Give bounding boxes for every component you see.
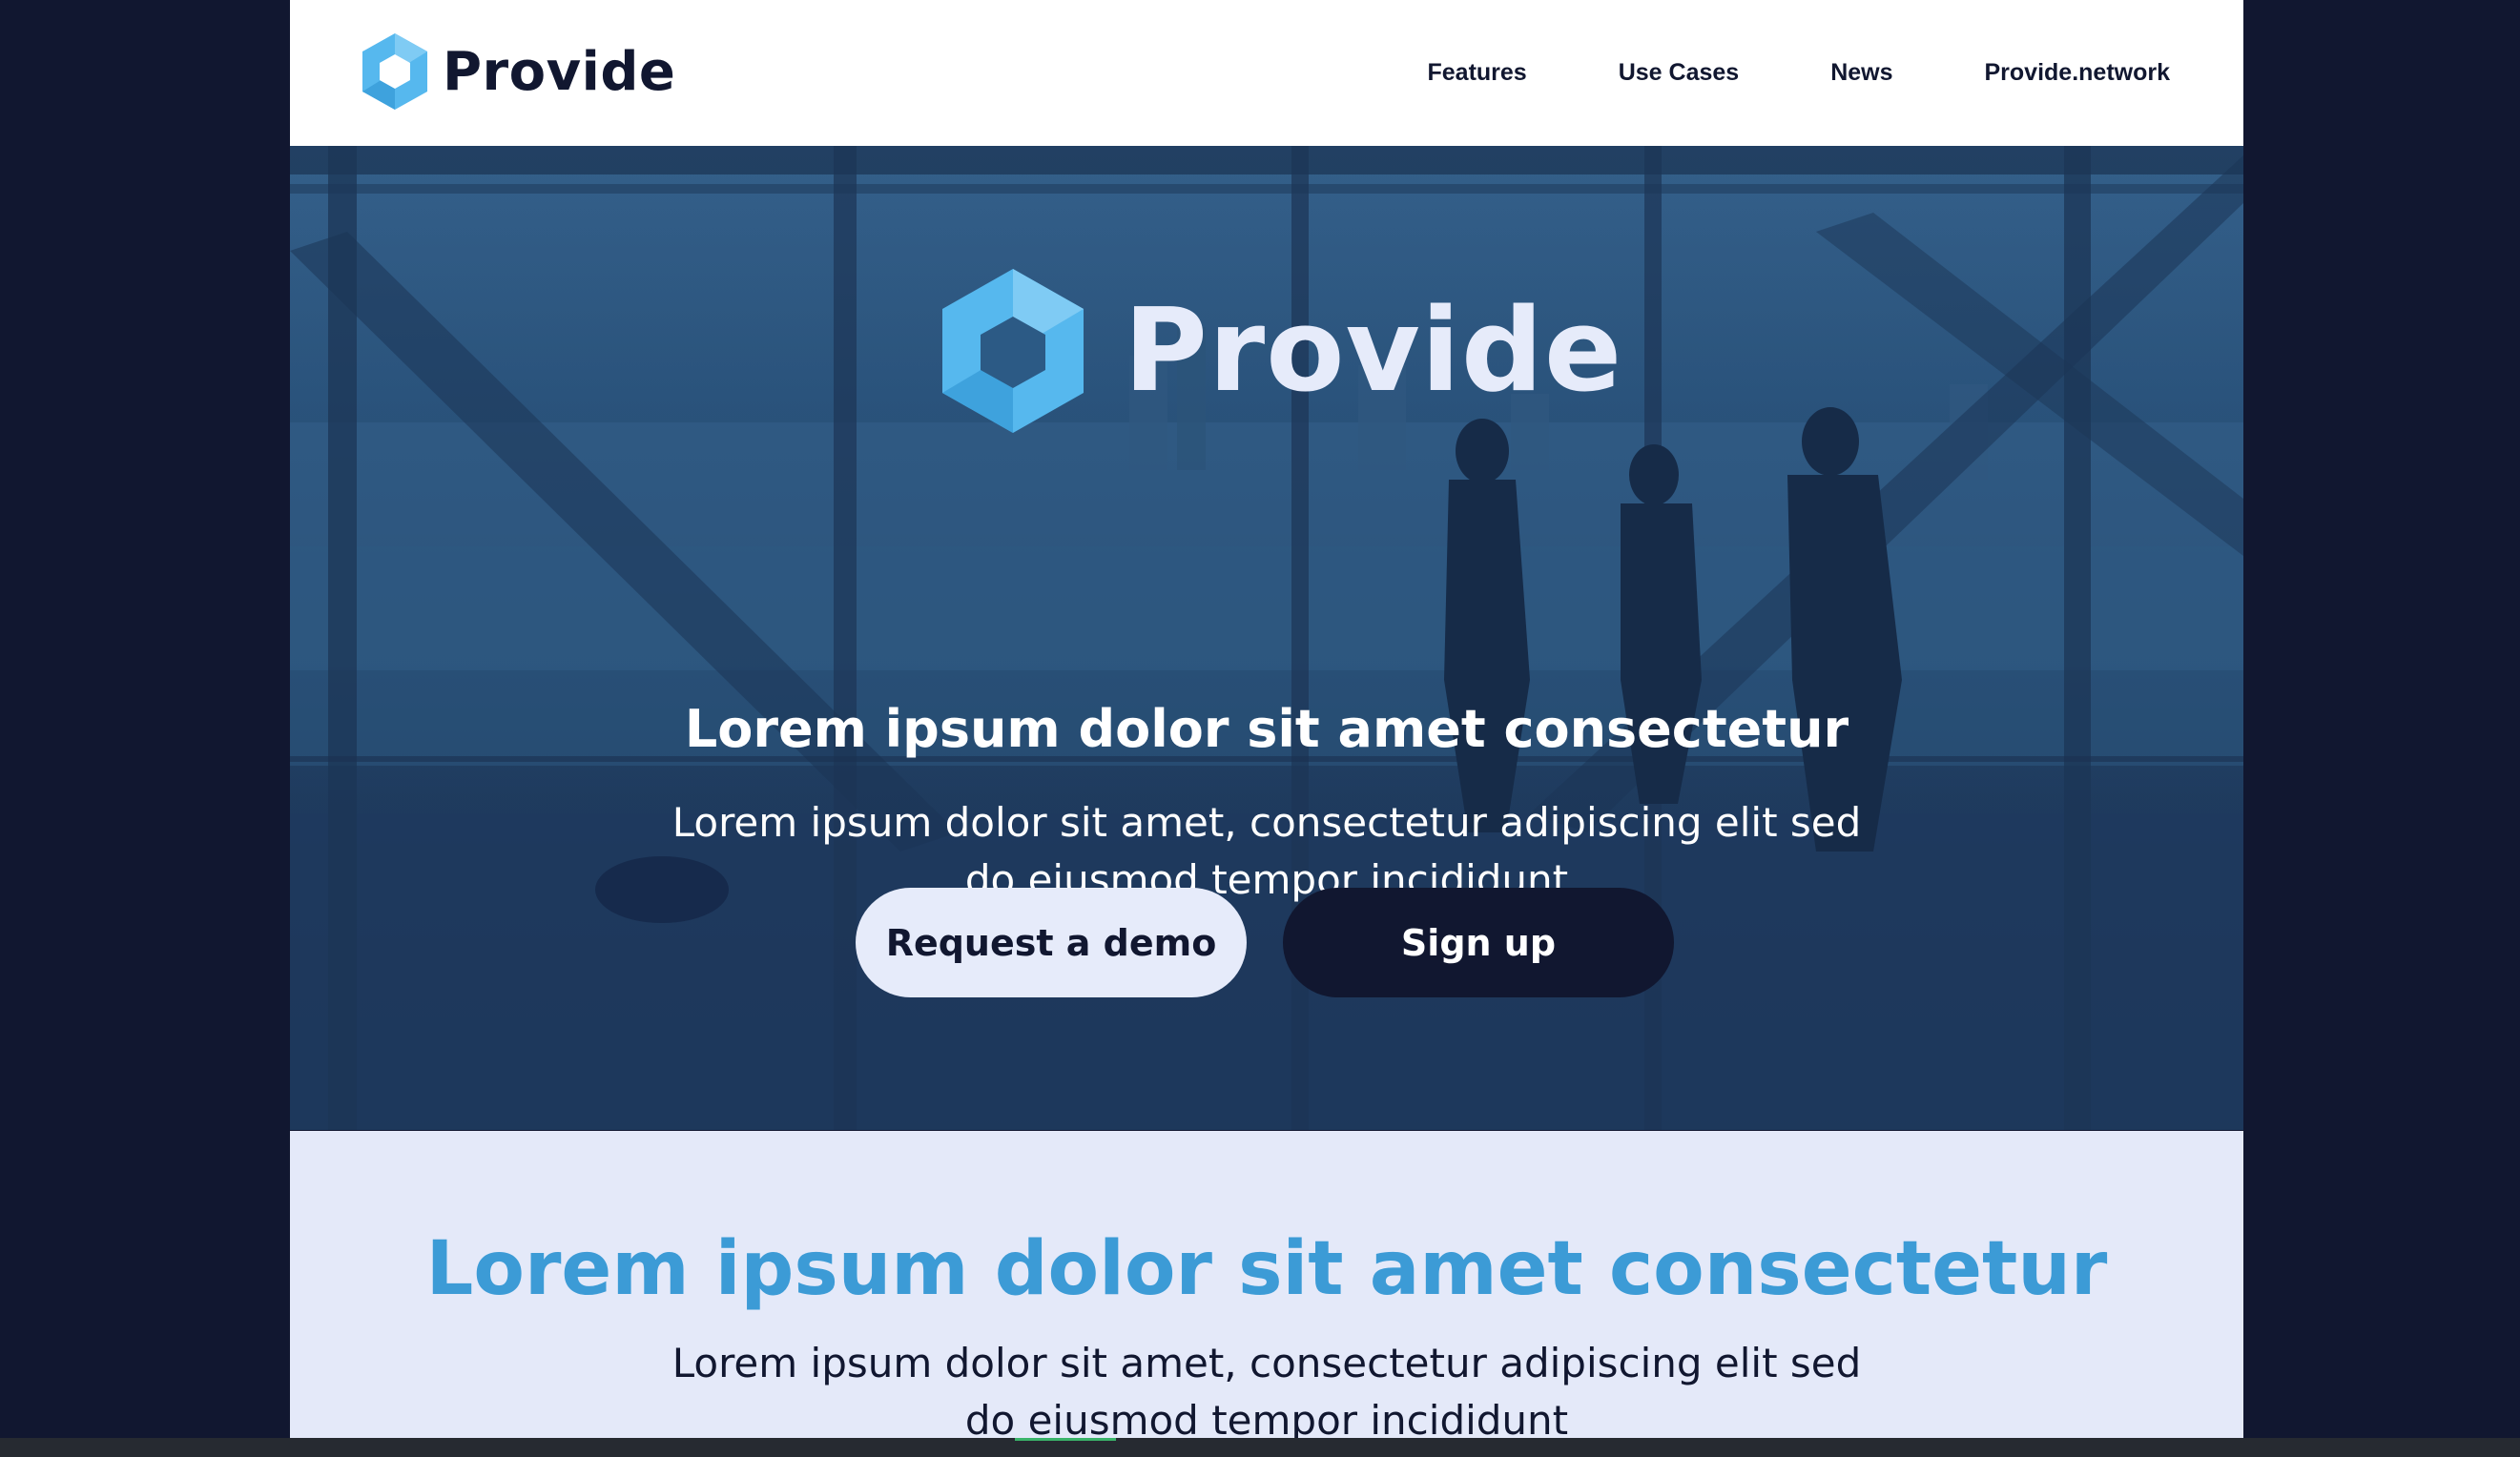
hexagon-logo-icon: [939, 267, 1087, 435]
main-nav: Features Use Cases News Provide.network: [1427, 0, 2170, 146]
nav-item-use-cases[interactable]: Use Cases: [1619, 59, 1739, 87]
hero-headline: Lorem ipsum dolor sit amet consectetur: [684, 699, 1849, 759]
hexagon-logo-icon: [359, 31, 431, 112]
hero-logo: Provide: [939, 265, 1622, 437]
brand-name: Provide: [443, 40, 676, 103]
hero-subtext: Lorem ipsum dolor sit amet, consectetur …: [647, 794, 1887, 909]
hero-subtext-line: Lorem ipsum dolor sit amet, consectetur …: [671, 799, 1862, 846]
section-title: Lorem ipsum dolor sit amet consectetur: [425, 1226, 2108, 1312]
status-bar-indicator: [1015, 1438, 1116, 1441]
intro-section: Lorem ipsum dolor sit amet consectetur L…: [290, 1131, 2243, 1457]
sign-up-button[interactable]: Sign up: [1283, 888, 1674, 997]
hero-section: Provide Lorem ipsum dolor sit amet conse…: [290, 146, 2243, 1130]
nav-item-news[interactable]: News: [1830, 59, 1892, 87]
site-header: Provide Features Use Cases News Provide.…: [290, 0, 2243, 146]
hero-subtext-line: do eiusmod tempor incididunt: [964, 856, 1569, 903]
section-subtext: Lorem ipsum dolor sit amet, consectetur …: [647, 1335, 1887, 1449]
nav-item-features[interactable]: Features: [1427, 59, 1526, 87]
hero-brand-name: Provide: [1124, 284, 1623, 418]
status-bar: [0, 1438, 2520, 1457]
nav-item-provide-network[interactable]: Provide.network: [1985, 59, 2171, 87]
section-subtext-line: Lorem ipsum dolor sit amet, consectetur …: [671, 1340, 1862, 1386]
page: Provide Features Use Cases News Provide.…: [290, 0, 2243, 1457]
brand-logo[interactable]: Provide: [359, 29, 675, 114]
request-demo-button[interactable]: Request a demo: [856, 888, 1247, 997]
